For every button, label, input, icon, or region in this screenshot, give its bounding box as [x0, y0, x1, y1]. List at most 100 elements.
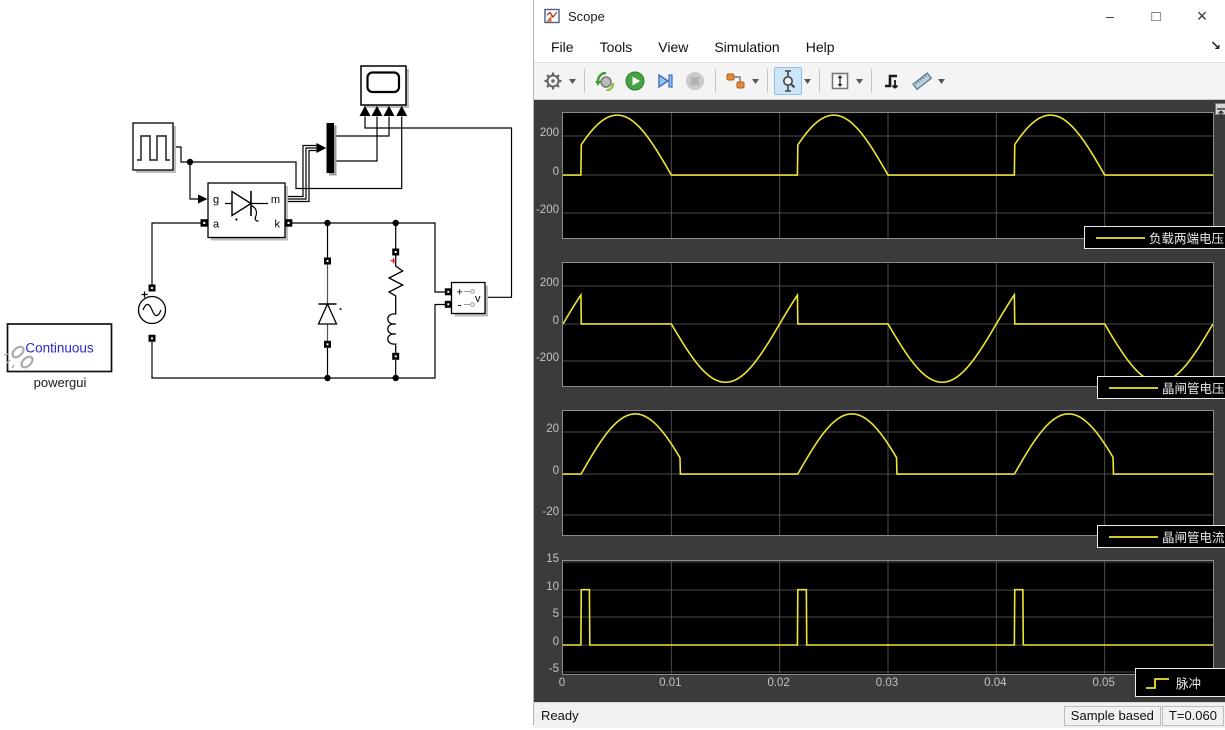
port-label-m: m	[271, 194, 280, 206]
xtick-label: 0.01	[659, 677, 682, 689]
maximize-button[interactable]: □	[1133, 0, 1179, 32]
scope-window: Scope – □ × File Tools View Simulation Help ↘…	[533, 0, 1225, 728]
ac-voltage-source-block[interactable]	[137, 284, 167, 342]
legend-label: 脉冲	[1176, 677, 1202, 691]
zoom-dropdown-arrow[interactable]	[803, 68, 812, 94]
menu-simulation[interactable]: Simulation	[704, 35, 789, 59]
port-label-k: k	[275, 219, 281, 231]
settings-dropdown-arrow[interactable]	[568, 68, 577, 94]
wire-demux-out2	[334, 116, 378, 162]
scope-window-icon	[544, 8, 560, 24]
legend-load-voltage[interactable]: 负载两端电压	[1084, 226, 1225, 249]
highlight-simulink-block-button[interactable]	[591, 67, 619, 95]
resistor-inductor-icon	[387, 255, 405, 353]
powergui-mode-label: Continuous	[25, 341, 94, 356]
gate-arrowhead	[198, 194, 208, 204]
status-bar: Ready Sample based T=0.060	[534, 702, 1225, 728]
status-sim-time: T=0.060	[1161, 705, 1224, 726]
status-text: Ready	[541, 708, 579, 723]
simulink-model-canvas[interactable]: g m a k + - v Continuous powergui	[0, 0, 533, 725]
stop-button[interactable]	[681, 67, 709, 95]
toolbar	[534, 62, 1225, 100]
toolbar-separator	[871, 69, 872, 93]
legend-thyristor-current[interactable]: 晶闸管电流	[1097, 525, 1225, 548]
menu-view[interactable]: View	[648, 35, 698, 59]
run-button[interactable]	[621, 67, 649, 95]
plot-load-voltage	[562, 112, 1214, 239]
ytick-label: 10	[546, 581, 559, 593]
ytick-label: -200	[535, 204, 559, 216]
legend-label: 晶闸管电流	[1162, 531, 1225, 545]
plot-pulse	[562, 560, 1214, 675]
toolbar-separator	[584, 69, 585, 93]
ytick-label: -200	[535, 352, 559, 364]
undock-plot-icon[interactable]	[1215, 103, 1225, 116]
menu-bar: File Tools View Simulation Help ↘	[534, 32, 1225, 62]
powergui-block[interactable]: Continuous powergui	[3, 323, 113, 390]
rl-load-block[interactable]	[387, 248, 405, 360]
zoom-button[interactable]	[774, 67, 802, 95]
wire-anode-to-source	[151, 222, 204, 285]
voltage-measurement-block[interactable]: + - v	[444, 281, 488, 317]
ytick-label: 0	[552, 166, 559, 178]
xtick-label: 0.02	[767, 677, 790, 689]
thyristor-block[interactable]: g m a k	[200, 182, 293, 241]
ytick-label: -5	[548, 663, 559, 675]
xtick-label: 0.04	[984, 677, 1007, 689]
diode-block[interactable]	[317, 257, 342, 348]
port-label-g: g	[213, 194, 219, 206]
close-button[interactable]: ×	[1179, 0, 1225, 32]
wire-bottom-rail	[151, 303, 445, 379]
plot-thyristor-current	[562, 410, 1214, 536]
dock-arrow-icon[interactable]: ↘	[1210, 38, 1221, 54]
trigger-button[interactable]	[878, 67, 906, 95]
wire-vmeas-to-scope1	[364, 116, 513, 298]
ytick-label: 200	[539, 277, 559, 289]
measurements-dropdown-arrow[interactable]	[937, 68, 946, 94]
menu-tools[interactable]: Tools	[590, 35, 643, 59]
xtick-label: 0	[558, 677, 566, 689]
toolbar-separator	[819, 69, 820, 93]
toolbar-separator	[715, 69, 716, 93]
ytick-label: 20	[546, 423, 559, 435]
ytick-label: 15	[546, 553, 559, 565]
legend-thyristor-voltage[interactable]: 晶闸管电压	[1097, 376, 1225, 399]
scope-plot-area: 200 0 -200 负载两端电压 200 0 -200 晶闸管电压 20 0 -20 晶闸管电流 15…	[534, 100, 1225, 702]
pulse-generator-block[interactable]	[132, 122, 176, 173]
scale-axes-dropdown-arrow[interactable]	[855, 68, 864, 94]
vm-ports	[444, 288, 452, 308]
status-sample-mode: Sample based	[1063, 705, 1161, 726]
wire-bus-line3	[285, 149, 317, 203]
legend-label: 晶闸管电压	[1162, 382, 1225, 396]
demux-arrowhead	[316, 143, 327, 153]
ytick-label: 0	[552, 465, 559, 477]
ytick-label: 5	[552, 608, 559, 620]
ytick-label: -20	[542, 506, 559, 518]
menu-file[interactable]: File	[541, 35, 584, 59]
settings-button[interactable]	[539, 67, 567, 95]
toolbar-separator	[767, 69, 768, 93]
plot-thyristor-voltage	[562, 262, 1214, 387]
vm-minus-label: -	[458, 298, 462, 312]
port-label-a: a	[213, 219, 220, 231]
powergui-name-label: powergui	[34, 375, 87, 390]
xtick-label: 0.05	[1092, 677, 1115, 689]
title-bar[interactable]: Scope – □ ×	[534, 0, 1225, 32]
window-title: Scope	[568, 8, 605, 24]
wire-cathode-rail	[286, 222, 445, 293]
step-forward-button[interactable]	[651, 67, 679, 95]
configure-signals-button[interactable]	[722, 67, 750, 95]
scope-block[interactable]	[359, 65, 410, 116]
measurements-button[interactable]	[908, 67, 936, 95]
wire-pulse-to-gate	[189, 162, 198, 200]
xtick-label: 0.03	[875, 677, 899, 689]
legend-pulse[interactable]: 脉冲	[1135, 668, 1225, 697]
demux-block[interactable]	[326, 123, 337, 176]
minimize-button[interactable]: –	[1087, 0, 1133, 32]
source-plus-sign	[141, 291, 148, 298]
wire-bus-line2	[285, 147, 317, 200]
scale-axes-button[interactable]	[826, 67, 854, 95]
legend-label: 负载两端电压	[1149, 232, 1225, 246]
menu-help[interactable]: Help	[796, 35, 845, 59]
configure-signals-dropdown-arrow[interactable]	[751, 68, 760, 94]
